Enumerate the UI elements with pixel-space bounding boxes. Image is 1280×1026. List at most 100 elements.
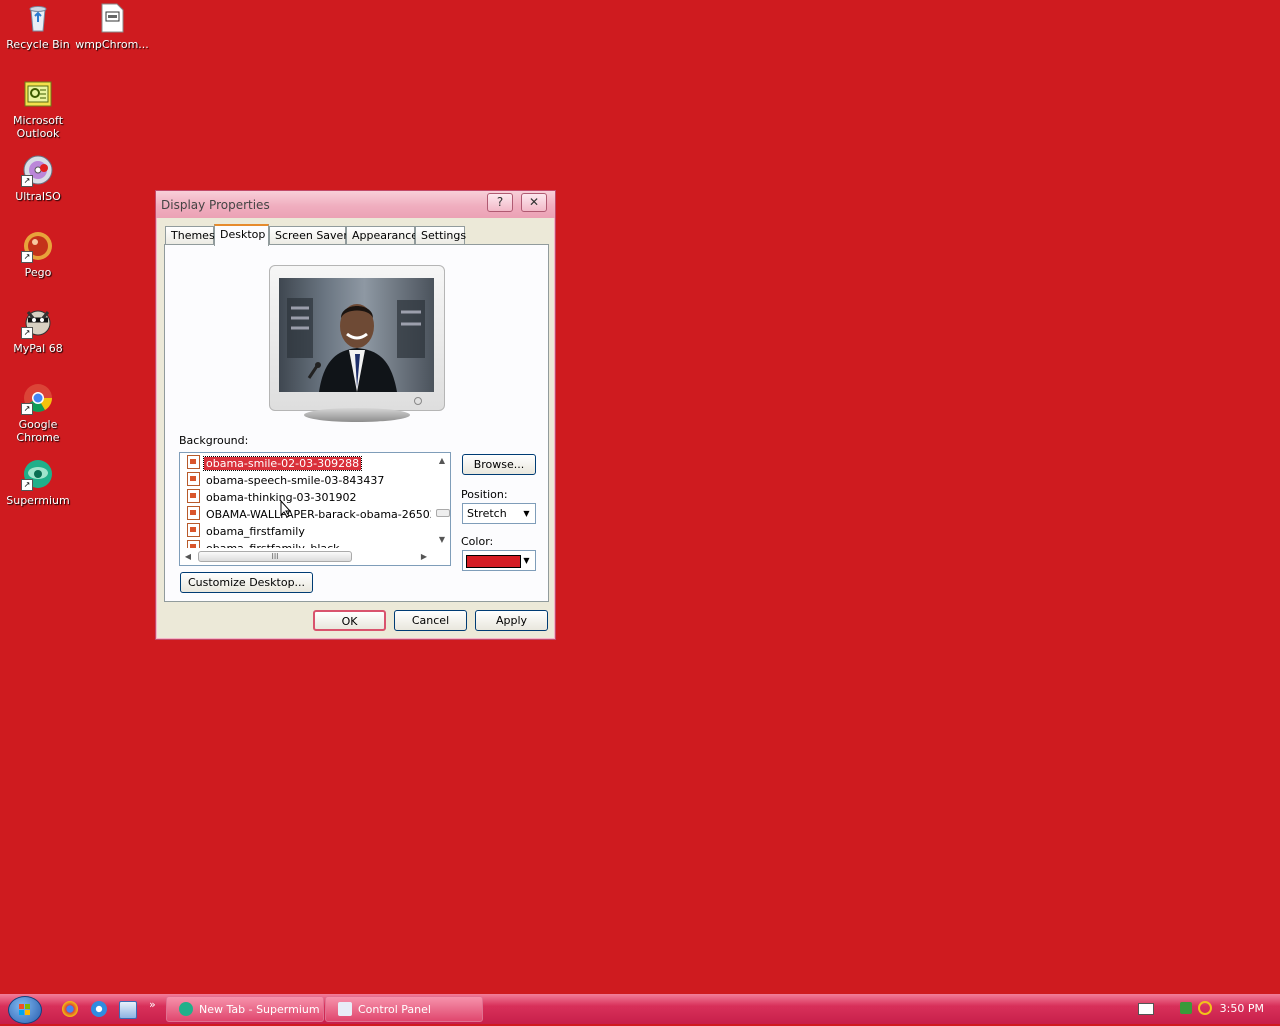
list-item[interactable]: OBAMA-WALLPAPER-barack-obama-2650262-8 bbox=[187, 506, 431, 522]
list-item-label: obama-smile-02-03-309288 bbox=[202, 456, 363, 471]
apply-button[interactable]: Apply bbox=[475, 610, 548, 631]
ultraiso-icon: ↗ bbox=[21, 154, 54, 187]
desktop-icon-label: MyPal 68 bbox=[13, 342, 63, 355]
tab-themes[interactable]: Themes bbox=[165, 226, 215, 244]
list-item-label: OBAMA-WALLPAPER-barack-obama-2650262-8 bbox=[206, 508, 431, 521]
help-button[interactable]: ? bbox=[487, 193, 513, 212]
scroll-thumb[interactable] bbox=[436, 509, 450, 517]
shortcut-arrow-icon: ↗ bbox=[21, 403, 33, 415]
list-item-label: obama-speech-smile-03-843437 bbox=[206, 474, 385, 487]
image-file-icon bbox=[187, 489, 200, 503]
power-led bbox=[414, 397, 422, 405]
monitor-stand bbox=[304, 408, 410, 422]
image-file-icon bbox=[187, 506, 200, 520]
desktop-icon-label: Pego bbox=[24, 266, 52, 279]
display-properties-dialog: Display Properties ? ✕ Themes Desktop Sc… bbox=[155, 190, 556, 640]
windows-logo-icon bbox=[19, 1004, 30, 1015]
start-button[interactable] bbox=[8, 996, 42, 1024]
taskbar-button-control-panel[interactable]: Control Panel bbox=[325, 996, 483, 1022]
desktop-icon-outlook[interactable]: Microsoft Outlook bbox=[0, 78, 76, 140]
taskbar-button-label: Control Panel bbox=[358, 1003, 431, 1016]
keyboard-icon[interactable] bbox=[1138, 1003, 1154, 1015]
background-label: Background: bbox=[179, 434, 249, 447]
shortcut-arrow-icon: ↗ bbox=[21, 479, 33, 491]
desktop-icon-wmpchrom[interactable]: wmpChrom... bbox=[74, 2, 150, 51]
browse-button[interactable]: Browse... bbox=[462, 454, 536, 475]
desktop-icon-label: Recycle Bin bbox=[6, 38, 70, 51]
tab-desktop[interactable]: Desktop bbox=[214, 224, 269, 246]
control-panel-icon bbox=[338, 1002, 352, 1016]
list-item-label: obama_firstfamily bbox=[206, 525, 305, 538]
image-file-icon bbox=[187, 455, 200, 469]
search-icon[interactable] bbox=[1198, 1001, 1212, 1015]
background-list[interactable]: obama-smile-02-03-309288 obama-speech-sm… bbox=[179, 452, 451, 566]
list-item[interactable]: obama-thinking-03-301902 bbox=[187, 489, 359, 505]
scroll-thumb[interactable]: III bbox=[198, 551, 352, 562]
scroll-right-icon[interactable]: ▶ bbox=[416, 552, 432, 561]
title-bar[interactable]: Display Properties ? ✕ bbox=[156, 191, 555, 218]
tab-settings[interactable]: Settings bbox=[415, 226, 466, 244]
pego-icon: ↗ bbox=[21, 230, 54, 263]
recycle-bin-icon bbox=[22, 2, 54, 34]
desktop-icon-recycle-bin[interactable]: Recycle Bin bbox=[0, 2, 76, 51]
position-value: Stretch bbox=[467, 507, 507, 520]
scroll-down-icon[interactable]: ▼ bbox=[434, 535, 450, 544]
tab-screen-saver[interactable]: Screen Saver bbox=[269, 226, 348, 244]
image-file-icon bbox=[187, 540, 200, 548]
scroll-left-icon[interactable]: ◀ bbox=[180, 552, 196, 561]
position-label: Position: bbox=[461, 488, 508, 501]
wallpaper-preview-image bbox=[279, 278, 434, 392]
shortcut-arrow-icon: ↗ bbox=[21, 327, 33, 339]
desktop-icon-label: Supermium bbox=[6, 494, 70, 507]
list-item[interactable]: obama_firstfamily_black bbox=[187, 540, 342, 548]
desktop-icon-pego[interactable]: ↗ Pego bbox=[0, 230, 76, 279]
desktop-icon-mypal[interactable]: ↗ MyPal 68 bbox=[0, 306, 76, 355]
mouse-cursor-icon bbox=[280, 500, 292, 518]
quicklaunch-more-button[interactable]: » bbox=[149, 998, 156, 1011]
dialog-title: Display Properties bbox=[161, 198, 270, 212]
chrome-icon: ↗ bbox=[21, 382, 54, 415]
mypal-icon: ↗ bbox=[21, 306, 54, 339]
taskbar-clock[interactable]: 3:50 PM bbox=[1220, 1002, 1264, 1015]
file-icon bbox=[96, 2, 128, 34]
chevron-down-icon: ▼ bbox=[523, 556, 530, 565]
desktop-icon-label: UltraISO bbox=[15, 190, 61, 203]
tab-appearance[interactable]: Appearance bbox=[346, 226, 418, 244]
list-item[interactable]: obama-speech-smile-03-843437 bbox=[187, 472, 386, 488]
scroll-up-icon[interactable]: ▲ bbox=[434, 456, 450, 465]
quicklaunch-chrome-icon[interactable] bbox=[62, 1001, 78, 1017]
shortcut-arrow-icon: ↗ bbox=[21, 175, 33, 187]
taskbar-button-label: New Tab - Supermium bbox=[199, 1003, 320, 1016]
network-icon[interactable] bbox=[1180, 1002, 1192, 1014]
color-label: Color: bbox=[461, 535, 494, 548]
desktop-icon-label: Microsoft Outlook bbox=[12, 114, 64, 140]
desktop-icon-supermium[interactable]: ↗ Supermium bbox=[0, 458, 76, 507]
horizontal-scrollbar[interactable]: ◀ III ▶ bbox=[180, 549, 450, 565]
quicklaunch-show-desktop-icon[interactable] bbox=[119, 1001, 137, 1019]
position-select[interactable]: Stretch ▼ bbox=[462, 503, 536, 524]
system-tray: 3:50 PM bbox=[1134, 994, 1280, 1024]
desktop-icon-ultraiso[interactable]: ↗ UltraISO bbox=[0, 154, 76, 203]
image-file-icon bbox=[187, 472, 200, 486]
close-button[interactable]: ✕ bbox=[521, 193, 547, 212]
supermium-icon: ↗ bbox=[21, 458, 54, 491]
list-item[interactable]: obama-smile-02-03-309288 bbox=[187, 455, 363, 471]
supermium-icon bbox=[179, 1002, 193, 1016]
ok-button[interactable]: OK bbox=[313, 610, 386, 631]
customize-desktop-button[interactable]: Customize Desktop... bbox=[180, 572, 313, 593]
image-file-icon bbox=[187, 523, 200, 537]
taskbar: » New Tab - Supermium Control Panel 3:50… bbox=[0, 994, 1280, 1024]
desktop-icon-label: Google Chrome bbox=[16, 418, 60, 444]
desktop-icon-google-chrome[interactable]: ↗ Google Chrome bbox=[0, 382, 76, 444]
color-picker-button[interactable]: ▼ bbox=[462, 550, 536, 571]
cancel-button[interactable]: Cancel bbox=[394, 610, 467, 631]
outlook-icon bbox=[22, 78, 54, 110]
quicklaunch-ie-icon[interactable] bbox=[91, 1001, 107, 1017]
chevron-down-icon: ▼ bbox=[523, 509, 530, 518]
shortcut-arrow-icon: ↗ bbox=[21, 251, 33, 263]
vertical-scrollbar[interactable]: ▲ ▼ bbox=[434, 453, 450, 549]
desktop-tab-panel: Background: obama-smile-02-03-309288 oba… bbox=[164, 244, 549, 602]
list-item[interactable]: obama_firstfamily bbox=[187, 523, 307, 539]
list-item-label: obama_firstfamily_black bbox=[204, 542, 342, 548]
taskbar-button-supermium[interactable]: New Tab - Supermium bbox=[166, 996, 324, 1022]
